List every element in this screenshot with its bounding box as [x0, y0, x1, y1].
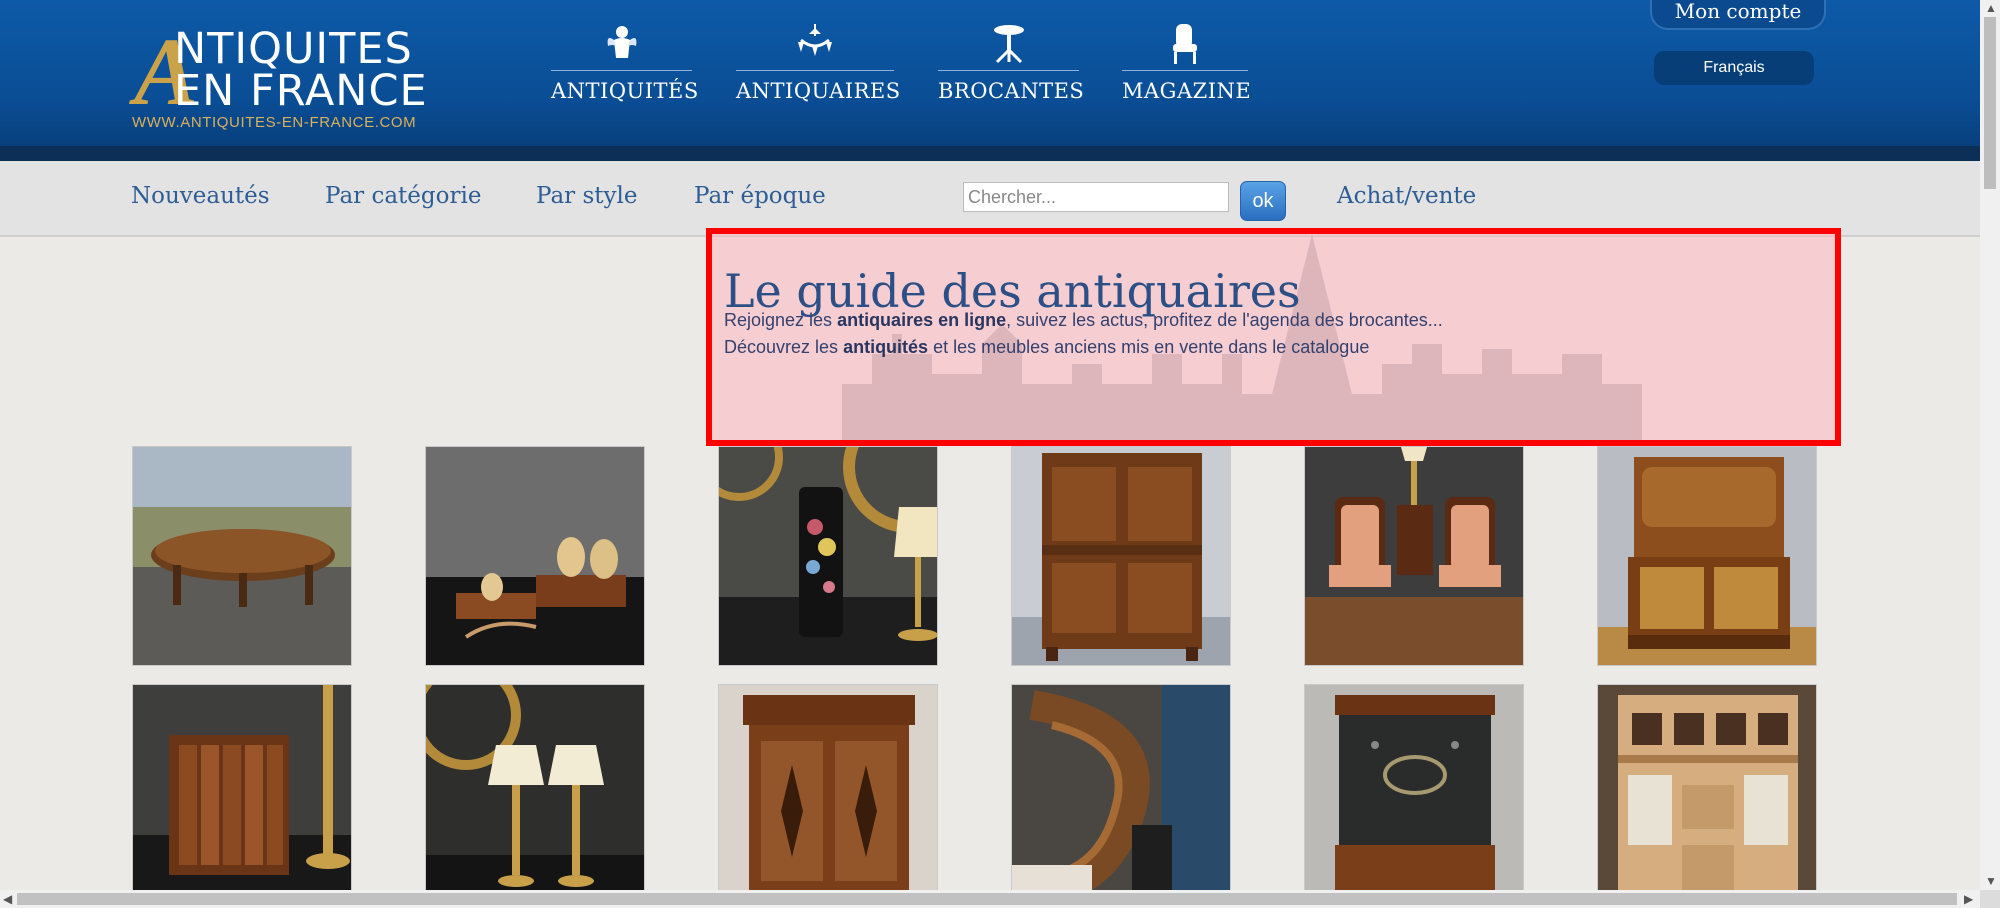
hero-paragraph-2: Découvrez les antiquités et les meubles … — [724, 337, 1369, 358]
site-logo[interactable]: A NTIQUITES EN FRANCE WWW.ANTIQUITES-EN-… — [128, 22, 448, 132]
hero-text: , suivez les actus, profitez de l'agenda… — [1006, 310, 1443, 330]
language-selector[interactable]: Français — [1654, 51, 1814, 85]
pair-lamps-photo — [426, 685, 644, 903]
nav-divider — [938, 70, 1079, 71]
oak-cabinet-photo — [1012, 447, 1230, 665]
hero-link-antiquaires-en-ligne[interactable]: antiquaires en ligne — [837, 310, 1006, 330]
logo-url: WWW.ANTIQUITES-EN-FRANCE.COM — [132, 114, 417, 131]
site-header: A NTIQUITES EN FRANCE WWW.ANTIQUITES-EN-… — [0, 0, 1980, 146]
product-thumb-book-box[interactable] — [132, 684, 352, 904]
logo-text-line2: EN FRANCE — [174, 66, 428, 116]
cylinder-desk-photo — [1598, 447, 1816, 665]
scrollbar-corner — [1980, 890, 2000, 908]
book-box-photo — [133, 685, 351, 903]
cherub-icon — [607, 26, 636, 58]
link-par-epoque[interactable]: Par époque — [694, 183, 826, 209]
hero-text: et les meubles anciens mis en vente dans… — [928, 337, 1370, 357]
pair-armchairs-photo — [1305, 447, 1523, 665]
nav-label: ANTIQUAIRES — [736, 79, 901, 103]
hero-text: Découvrez les — [724, 337, 844, 357]
horizontal-scrollbar[interactable]: ◀ ▶ — [0, 890, 1980, 908]
vertical-scroll-thumb[interactable] — [1984, 17, 1996, 189]
product-thumb-spiral-staircase[interactable] — [1011, 684, 1231, 904]
link-par-categorie[interactable]: Par catégorie — [325, 183, 481, 209]
my-account-button[interactable]: Mon compte — [1650, 0, 1826, 30]
link-nouveautes[interactable]: Nouveautés — [131, 183, 270, 209]
nav-label: MAGAZINE — [1122, 79, 1252, 103]
search-submit-button[interactable]: ok — [1240, 181, 1286, 221]
product-thumb-iron-safe[interactable] — [1304, 684, 1524, 904]
nav-label: BROCANTES — [938, 79, 1085, 103]
spiral-staircase-photo — [1012, 685, 1230, 903]
scroll-left-arrow-icon[interactable]: ◀ — [3, 891, 12, 907]
link-par-style[interactable]: Par style — [536, 183, 637, 209]
nav-divider — [551, 70, 692, 71]
header-bottom-strip — [0, 146, 1980, 161]
nav-antiquites[interactable]: ANTIQUITÉS — [551, 22, 699, 112]
hero-banner: Le guide des antiquaires Rejoignez les a… — [706, 228, 1841, 446]
nav-divider — [1122, 70, 1248, 71]
round-table-photo — [133, 447, 351, 665]
product-thumb-pair-armchairs[interactable] — [1304, 446, 1524, 666]
nav-brocantes[interactable]: BROCANTES — [938, 22, 1085, 112]
scroll-up-arrow-icon[interactable]: ▲ — [1985, 0, 1997, 16]
scroll-down-arrow-icon[interactable]: ▼ — [1985, 873, 1997, 889]
painted-vase-photo — [719, 447, 937, 665]
product-thumb-round-table[interactable] — [132, 446, 352, 666]
gueridon-icon — [993, 25, 1024, 64]
secondary-nav: Nouveautés Par catégorie Par style Par é… — [0, 161, 1980, 237]
search-input[interactable] — [963, 182, 1229, 212]
product-thumb-display-cabinet[interactable] — [1597, 684, 1817, 904]
carved-buffet-photo — [719, 685, 937, 903]
display-cabinet-photo — [1598, 685, 1816, 903]
hero-paragraph-1: Rejoignez les antiquaires en ligne, suiv… — [724, 310, 1443, 331]
scroll-right-arrow-icon[interactable]: ▶ — [1964, 891, 1973, 907]
hero-text: Rejoignez les — [724, 310, 838, 330]
nav-label: ANTIQUITÉS — [551, 79, 699, 103]
chandelier-icon — [798, 24, 832, 56]
armchair-icon — [1173, 24, 1197, 64]
vertical-scrollbar[interactable]: ▲ ▼ — [1980, 0, 2000, 890]
product-thumb-carved-buffet[interactable] — [718, 684, 938, 904]
product-thumb-pair-lamps[interactable] — [425, 684, 645, 904]
iron-safe-photo — [1305, 685, 1523, 903]
product-thumb-egg-stands[interactable] — [425, 446, 645, 666]
link-achat-vente[interactable]: Achat/vente — [1337, 183, 1476, 209]
horizontal-scroll-thumb[interactable] — [17, 893, 1957, 905]
product-thumb-oak-cabinet[interactable] — [1011, 446, 1231, 666]
product-thumb-cylinder-desk[interactable] — [1597, 446, 1817, 666]
product-thumb-painted-vase[interactable] — [718, 446, 938, 666]
nav-magazine[interactable]: MAGAZINE — [1122, 22, 1252, 112]
egg-stands-photo — [426, 447, 644, 665]
nav-divider — [736, 70, 894, 71]
nav-antiquaires[interactable]: ANTIQUAIRES — [736, 22, 901, 112]
hero-link-antiquites[interactable]: antiquités — [843, 337, 928, 357]
